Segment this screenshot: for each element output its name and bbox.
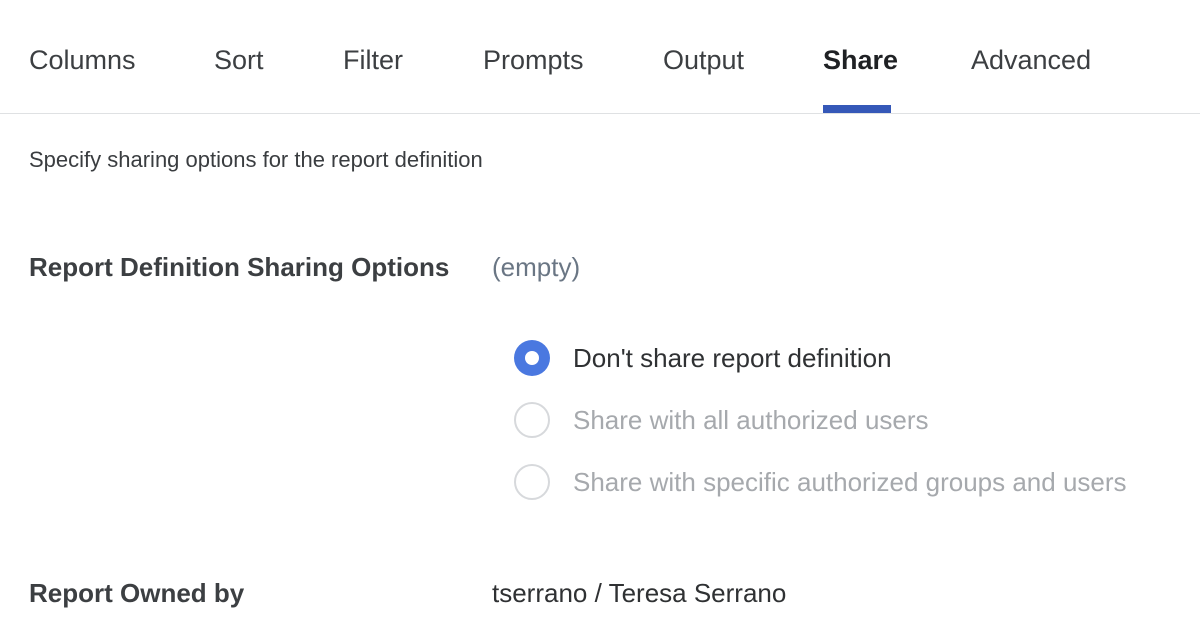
owner-label: Report Owned by — [29, 578, 245, 608]
radio-option-label: Don't share report definition — [573, 343, 892, 373]
tab-advanced[interactable]: Advanced — [971, 44, 1091, 76]
radio-unselected-icon[interactable] — [514, 464, 550, 500]
radio-option-dont-share[interactable]: Don't share report definition — [514, 340, 892, 376]
tab-output[interactable]: Output — [663, 44, 744, 76]
tab-filter[interactable]: Filter — [343, 44, 403, 76]
active-tab-indicator — [823, 105, 891, 113]
owner-value: tserrano / Teresa Serrano — [492, 578, 787, 608]
tab-share[interactable]: Share — [823, 44, 898, 76]
tab-prompts[interactable]: Prompts — [483, 44, 584, 76]
tab-columns[interactable]: Columns — [29, 44, 136, 76]
radio-option-share-all[interactable]: Share with all authorized users — [514, 402, 929, 438]
radio-selected-icon[interactable] — [514, 340, 550, 376]
page-description: Specify sharing options for the report d… — [29, 147, 483, 172]
radio-option-label: Share with all authorized users — [573, 405, 929, 435]
radio-option-label: Share with specific authorized groups an… — [573, 467, 1127, 497]
tab-sort[interactable]: Sort — [214, 44, 264, 76]
radio-option-share-specific[interactable]: Share with specific authorized groups an… — [514, 464, 1127, 500]
tab-bar: Columns Sort Filter Prompts Output Share… — [0, 0, 1200, 114]
sharing-options-value: (empty) — [492, 252, 581, 282]
sharing-options-label: Report Definition Sharing Options — [29, 252, 450, 282]
radio-unselected-icon[interactable] — [514, 402, 550, 438]
